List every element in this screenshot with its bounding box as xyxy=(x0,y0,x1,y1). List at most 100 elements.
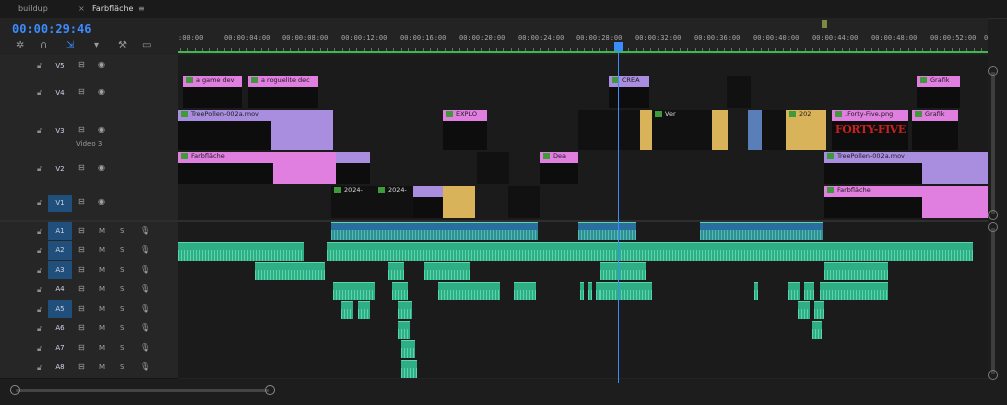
audio-clip[interactable] xyxy=(341,301,353,319)
lock-icon[interactable]: 🔓︎ xyxy=(37,344,42,354)
video-clip[interactable] xyxy=(443,186,475,218)
tab-farbflaeche[interactable]: Farbfläche xyxy=(92,0,134,20)
hscroll-left-knob[interactable] xyxy=(10,385,20,395)
caption-icon[interactable]: ▭ xyxy=(142,40,151,51)
audio-clip[interactable] xyxy=(600,262,646,280)
work-area-bar[interactable] xyxy=(178,51,988,53)
video-clip[interactable]: Ver xyxy=(652,110,712,150)
video-scrollbar-thumb[interactable] xyxy=(991,72,995,214)
video-clip[interactable]: Farbfläche xyxy=(178,152,336,184)
linked-selection-icon[interactable]: ⇲ xyxy=(66,40,74,51)
video-clip[interactable] xyxy=(477,152,509,184)
solo-button[interactable]: S xyxy=(120,227,124,235)
audio-clip[interactable] xyxy=(820,282,888,300)
lock-icon[interactable]: 🔓︎ xyxy=(37,285,42,295)
track-target-a5[interactable]: A5 xyxy=(48,300,72,318)
solo-button[interactable]: S xyxy=(120,246,124,254)
track-target-a8[interactable]: A8 xyxy=(48,358,72,377)
sequence-marker[interactable] xyxy=(822,20,827,28)
sync-lock-icon[interactable]: ⊟ xyxy=(78,245,85,254)
close-tab-icon[interactable]: × xyxy=(78,0,85,18)
audio-clip[interactable] xyxy=(788,282,800,300)
audio-clip[interactable] xyxy=(798,301,810,319)
audio-clip[interactable] xyxy=(401,340,415,358)
sync-lock-icon[interactable]: ⊟ xyxy=(78,323,85,332)
mute-button[interactable]: M xyxy=(99,246,105,254)
playhead-line[interactable] xyxy=(618,44,619,384)
solo-button[interactable]: S xyxy=(120,266,124,274)
time-ruler[interactable]: :00:00 00:00:04:00 00:00:08:00 00:00:12:00 0… xyxy=(178,18,988,55)
lock-icon[interactable]: 🔓︎ xyxy=(37,126,42,136)
audio-clip[interactable] xyxy=(578,222,636,240)
track-target-v1[interactable]: V1 xyxy=(48,195,72,212)
video-clip[interactable]: Farbfläche xyxy=(824,186,988,218)
video-audio-divider[interactable] xyxy=(0,220,988,222)
horizontal-scrollbar[interactable] xyxy=(0,383,1007,405)
audio-clip[interactable] xyxy=(824,262,888,280)
audio-clip[interactable] xyxy=(588,282,592,300)
lock-icon[interactable]: 🔓︎ xyxy=(37,198,42,208)
microphone-icon[interactable]: 🎙︎ xyxy=(140,362,150,371)
video-clip[interactable] xyxy=(712,110,728,150)
audio-clip[interactable] xyxy=(255,262,325,280)
microphone-icon[interactable]: 🎙︎ xyxy=(140,304,150,313)
mute-button[interactable]: M xyxy=(99,305,105,313)
audio-clip[interactable] xyxy=(331,222,538,240)
eye-icon[interactable]: ◉ xyxy=(98,197,105,206)
audio-clip[interactable] xyxy=(812,321,822,339)
audio-lane-a7[interactable] xyxy=(178,339,988,359)
audio-clip[interactable] xyxy=(600,282,652,300)
eye-icon[interactable]: ◉ xyxy=(98,163,105,172)
tab-menu-icon[interactable]: ≡ xyxy=(138,0,145,18)
playhead-timecode[interactable]: 00:00:29:46 xyxy=(12,22,91,36)
audio-clip[interactable] xyxy=(514,282,536,300)
audio-scroll-bottom-knob[interactable] xyxy=(988,370,998,380)
video-clip[interactable]: 2024- xyxy=(375,186,413,218)
video-clip[interactable]: TreePollen-002a.mov xyxy=(178,110,333,150)
lock-icon[interactable]: 🔓︎ xyxy=(37,227,42,237)
sync-lock-icon[interactable]: ⊟ xyxy=(78,226,85,235)
snap-icon[interactable]: ✲ xyxy=(16,40,24,51)
microphone-icon[interactable]: 🎙︎ xyxy=(140,265,150,274)
audio-scroll-top-knob[interactable] xyxy=(988,222,998,232)
microphone-icon[interactable]: 🎙︎ xyxy=(140,284,150,293)
sync-lock-icon[interactable]: ⊟ xyxy=(78,343,85,352)
video-clip[interactable]: CREA xyxy=(609,76,649,108)
track-target-a6[interactable]: A6 xyxy=(48,319,72,338)
audio-clip[interactable] xyxy=(388,262,404,280)
audio-lane-a5[interactable] xyxy=(178,300,988,320)
sync-lock-icon[interactable]: ⊟ xyxy=(78,125,85,134)
video-clip[interactable]: 202 xyxy=(786,110,826,150)
eye-icon[interactable]: ◉ xyxy=(98,87,105,96)
video-scroll-top-knob[interactable] xyxy=(988,66,998,76)
track-target-a7[interactable]: A7 xyxy=(48,339,72,357)
magnet-icon[interactable]: ∩ xyxy=(40,40,47,51)
sync-lock-icon[interactable]: ⊟ xyxy=(78,304,85,313)
marker-icon[interactable]: ▾ xyxy=(94,40,99,51)
audio-clip[interactable] xyxy=(333,282,375,300)
audio-clip[interactable] xyxy=(754,282,758,300)
microphone-icon[interactable]: 🎙︎ xyxy=(140,343,150,352)
audio-clip[interactable] xyxy=(814,301,824,319)
video-clip[interactable] xyxy=(762,110,786,150)
lock-icon[interactable]: 🔓︎ xyxy=(37,88,42,98)
video-clip[interactable]: Grafik xyxy=(917,76,960,108)
sync-lock-icon[interactable]: ⊟ xyxy=(78,163,85,172)
video-clip[interactable]: TreePollen-002a.mov xyxy=(824,152,988,184)
audio-clip[interactable] xyxy=(178,242,304,261)
audio-scrollbar-thumb[interactable] xyxy=(991,228,995,374)
sync-lock-icon[interactable]: ⊟ xyxy=(78,284,85,293)
video-clip[interactable] xyxy=(578,110,648,150)
solo-button[interactable]: S xyxy=(120,344,124,352)
video-scroll-bottom-knob[interactable] xyxy=(988,210,998,220)
mute-button[interactable]: M xyxy=(99,363,105,371)
audio-lane-a6[interactable] xyxy=(178,319,988,340)
solo-button[interactable]: S xyxy=(120,285,124,293)
track-target-v3[interactable]: V3 xyxy=(48,123,72,140)
video-clip[interactable] xyxy=(336,152,370,184)
video-clip[interactable] xyxy=(727,76,751,108)
microphone-icon[interactable]: 🎙︎ xyxy=(140,226,150,235)
mute-button[interactable]: M xyxy=(99,324,105,332)
video-clip[interactable]: 2024- xyxy=(331,186,375,218)
audio-clip[interactable] xyxy=(424,262,470,280)
